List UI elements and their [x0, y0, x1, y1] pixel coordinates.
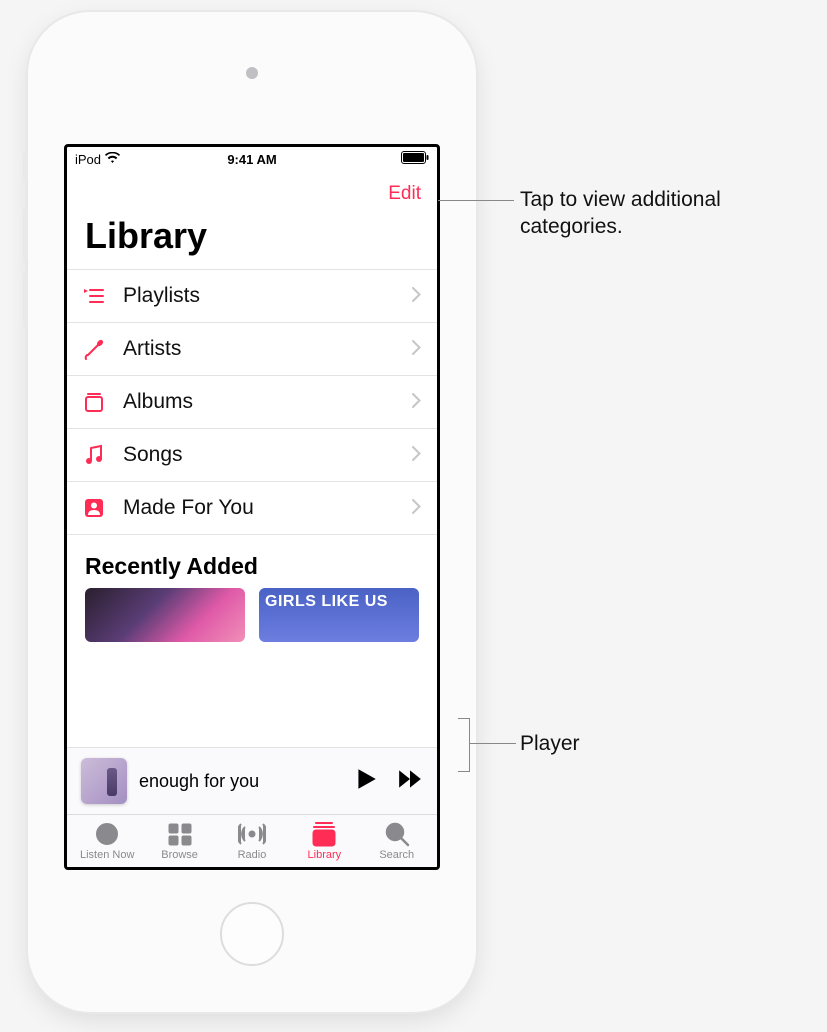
tab-bar: Listen Now Browse Radio Library Search — [67, 814, 437, 867]
made-for-you-icon — [83, 497, 105, 519]
category-label: Playlists — [123, 284, 394, 308]
album-artwork-1[interactable] — [85, 588, 245, 642]
carrier-label: iPod — [75, 152, 101, 167]
category-songs[interactable]: Songs — [67, 429, 437, 482]
chevron-right-icon — [412, 496, 421, 520]
category-label: Songs — [123, 443, 394, 467]
album-artwork-2[interactable]: GIRLS LIKE US — [259, 588, 419, 642]
mini-player[interactable]: enough for you — [67, 747, 437, 814]
category-label: Made For You — [123, 496, 394, 520]
tab-label: Search — [379, 849, 414, 861]
callout-leader — [470, 743, 516, 744]
tab-label: Listen Now — [80, 849, 134, 861]
ipod-device-frame: iPod 9:41 AM Edit Library Playlists — [28, 12, 476, 1012]
status-bar: iPod 9:41 AM — [67, 147, 437, 171]
screen: iPod 9:41 AM Edit Library Playlists — [64, 144, 440, 870]
now-playing-title: enough for you — [139, 771, 341, 792]
category-artists[interactable]: Artists — [67, 323, 437, 376]
tab-browse[interactable]: Browse — [145, 821, 215, 861]
wifi-icon — [105, 152, 120, 167]
volume-up-button — [23, 207, 28, 262]
mute-switch — [23, 152, 28, 180]
tab-label: Radio — [238, 849, 267, 861]
clock: 9:41 AM — [227, 152, 276, 167]
songs-icon — [83, 444, 105, 466]
next-track-button[interactable] — [397, 766, 423, 797]
tab-radio[interactable]: Radio — [217, 821, 287, 861]
volume-down-button — [23, 272, 28, 327]
tab-library[interactable]: Library — [289, 821, 359, 861]
album-text: GIRLS LIKE US — [259, 588, 419, 616]
tab-search[interactable]: Search — [362, 821, 432, 861]
page-title: Library — [67, 209, 437, 263]
category-albums[interactable]: Albums — [67, 376, 437, 429]
callout-bracket — [458, 718, 470, 772]
category-list: Playlists Artists Albums — [67, 269, 437, 535]
recently-added-row[interactable]: GIRLS LIKE US — [67, 588, 437, 642]
category-made-for-you[interactable]: Made For You — [67, 482, 437, 535]
tab-label: Library — [308, 849, 342, 861]
battery-icon — [401, 151, 429, 167]
chevron-right-icon — [412, 390, 421, 414]
playlists-icon — [83, 285, 105, 307]
callout-edit: Tap to view additional categories. — [520, 186, 780, 241]
nav-bar: Edit — [67, 171, 437, 209]
artists-icon — [83, 338, 105, 360]
front-camera — [246, 67, 258, 79]
recently-added-heading: Recently Added — [67, 535, 437, 588]
category-label: Albums — [123, 390, 394, 414]
home-button[interactable] — [220, 902, 284, 966]
category-playlists[interactable]: Playlists — [67, 270, 437, 323]
callout-player: Player — [520, 730, 580, 757]
chevron-right-icon — [412, 284, 421, 308]
chevron-right-icon — [412, 337, 421, 361]
tab-listen-now[interactable]: Listen Now — [72, 821, 142, 861]
tab-label: Browse — [161, 849, 198, 861]
chevron-right-icon — [412, 443, 421, 467]
category-label: Artists — [123, 337, 394, 361]
callout-leader — [438, 200, 514, 201]
edit-button[interactable]: Edit — [388, 183, 421, 205]
play-button[interactable] — [353, 766, 379, 797]
now-playing-artwork — [81, 758, 127, 804]
albums-icon — [83, 391, 105, 413]
